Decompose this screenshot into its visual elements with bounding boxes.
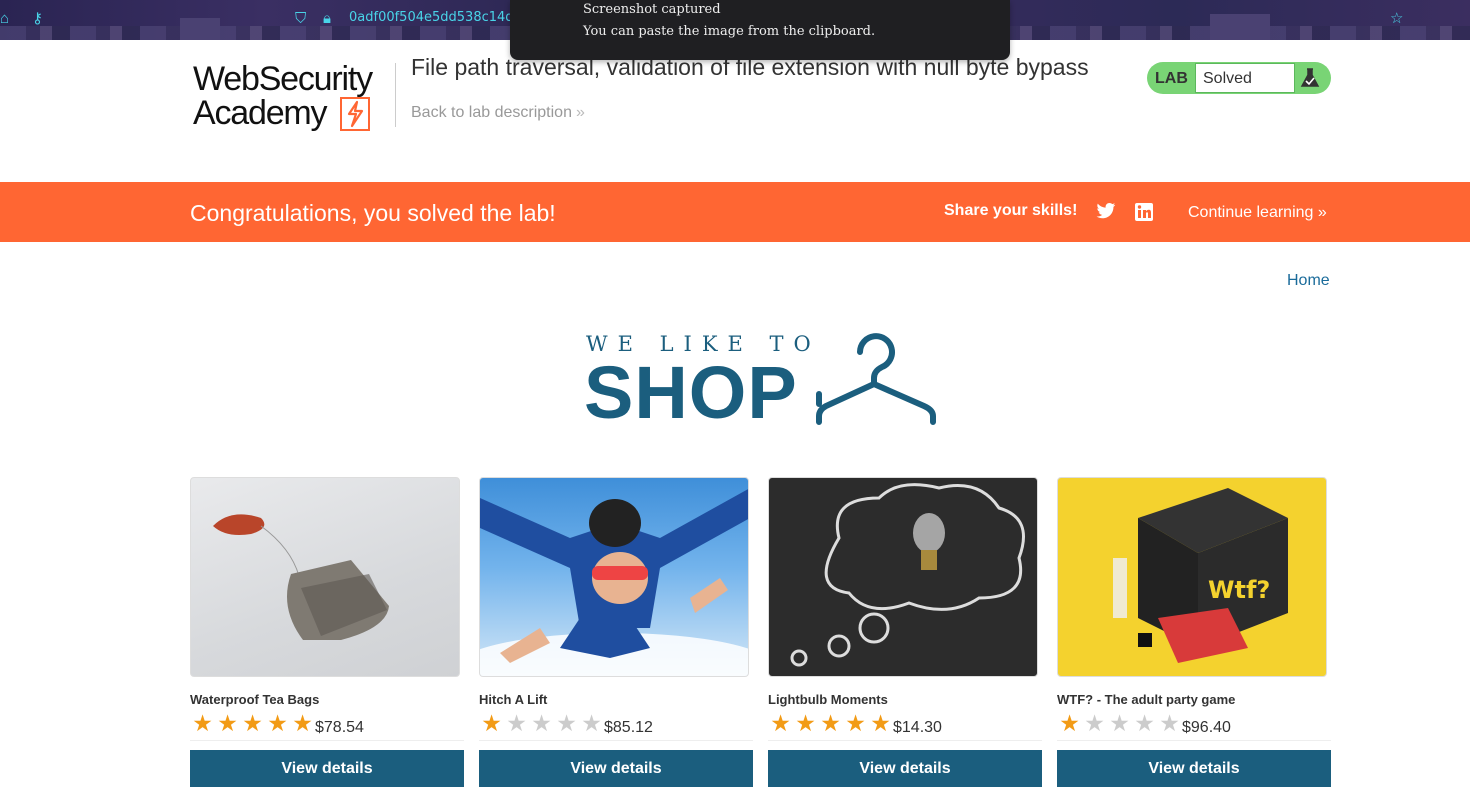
double-chevron-right-icon: » [575,104,585,121]
home-link[interactable]: Home [1287,272,1330,290]
lock-icon[interactable]: 🔒︎ [323,10,331,28]
congratulations-message: Congratulations, you solved the lab! [190,200,556,226]
continue-learning-label: Continue learning [1188,204,1314,221]
key-icon[interactable]: ⚷ [32,10,43,28]
star-icon: ★ [770,710,791,736]
product-name: Lightbulb Moments [768,692,888,707]
view-details-button[interactable]: View details [1057,750,1331,787]
product-rating-stars: ★ ★ ★ ★ ★ [479,711,604,735]
star-icon: ★ [1109,710,1130,736]
star-icon: ★ [845,710,866,736]
web-security-academy-logo[interactable]: WebSecurity Academy [193,62,393,132]
toast-body: You can paste the image from the clipboa… [583,24,876,39]
product-price: $14.30 [893,719,942,736]
back-to-lab-description-link[interactable]: Back to lab description» [411,104,585,122]
product-card: Hitch A Lift ★ ★ ★ ★ ★ $85.12 View details [479,477,753,787]
star-icon: ★ [242,710,263,736]
skydiver-image [480,489,748,676]
product-card: Lightbulb Moments ★ ★ ★ ★ ★ $14.30 View deta… [768,477,1042,787]
lightbulb-chalkboard-image [790,483,1025,667]
star-icon: ★ [267,710,288,736]
product-name: Waterproof Tea Bags [190,692,320,707]
hanger-icon [816,333,936,425]
product-rating-stars: ★ ★ ★ ★ ★ [1057,711,1182,735]
shield-icon[interactable]: ⛉ [295,10,306,28]
shop-logo-word: SHOP [584,351,798,434]
product-price: $85.12 [604,719,653,736]
we-like-to-shop-logo: WE LIKE TO SHOP [584,332,944,434]
lab-status-box: Solved [1195,63,1295,93]
product-image[interactable] [768,477,1038,677]
star-icon: ★ [481,710,502,736]
logo-line-1: WebSecurity [193,60,373,98]
product-rating-stars: ★ ★ ★ ★ ★ [190,711,315,735]
tea-bag-image [213,514,389,640]
back-link-label: Back to lab description [411,104,572,121]
product-image[interactable] [190,477,460,677]
flask-check-icon [1300,68,1320,87]
address-bar-url[interactable]: 0adf00f504e5dd538c14d4 [349,10,522,25]
divider [1057,740,1331,741]
toolbar-art-building [1210,14,1270,40]
double-chevron-right-icon: » [1313,204,1327,221]
lab-status-widget: LAB Solved [1147,62,1331,94]
star-icon: ★ [217,710,238,736]
star-icon: ★ [820,710,841,736]
lab-badge: LAB [1155,70,1188,87]
star-icon: ★ [581,710,602,736]
home-icon[interactable]: ⌂ [0,10,9,28]
header-divider [395,63,396,127]
share-skills-label: Share your skills! [944,202,1078,219]
view-details-button[interactable]: View details [190,750,464,787]
product-image[interactable]: Wtf? [1057,477,1327,677]
svg-text:Wtf?: Wtf? [1208,576,1270,604]
star-icon: ★ [531,710,552,736]
star-icon: ★ [1059,710,1080,736]
twitter-icon[interactable] [1096,202,1116,220]
continue-learning-link[interactable]: Continue learning » [1188,204,1327,222]
lab-status-text: Solved [1203,70,1252,87]
star-icon: ★ [192,710,213,736]
product-name: Hitch A Lift [479,692,548,707]
divider [479,740,753,741]
star-icon: ★ [506,710,527,736]
screenshot-toast: Screenshot captured You can paste the im… [510,0,1010,60]
divider [190,740,464,741]
product-name: WTF? - The adult party game [1057,692,1236,707]
star-icon: ★ [556,710,577,736]
star-icon: ★ [292,710,313,736]
linkedin-icon[interactable] [1134,202,1154,222]
product-card: Wtf? WTF? - The adult party game ★ ★ ★ ★ ★ $… [1057,477,1331,787]
party-game-box-image: Wtf? [1113,488,1288,663]
view-details-button[interactable]: View details [479,750,753,787]
divider [768,740,1042,741]
star-icon: ★ [795,710,816,736]
toast-title: Screenshot captured [583,2,721,17]
product-image[interactable] [479,477,749,677]
product-rating-stars: ★ ★ ★ ★ ★ [768,711,893,735]
view-details-button[interactable]: View details [768,750,1042,787]
congratulations-banner: Congratulations, you solved the lab! Sha… [0,182,1470,242]
star-icon: ★ [1134,710,1155,736]
star-icon: ★ [870,710,891,736]
star-icon: ★ [1084,710,1105,736]
toolbar-art-building [180,18,220,40]
star-outline-icon[interactable]: ☆ [1390,10,1403,28]
star-icon: ★ [1159,710,1180,736]
product-price: $96.40 [1182,719,1231,736]
product-price: $78.54 [315,719,364,736]
lightning-icon [340,97,370,131]
product-card: Waterproof Tea Bags ★ ★ ★ ★ ★ $78.54 View de… [190,477,464,787]
